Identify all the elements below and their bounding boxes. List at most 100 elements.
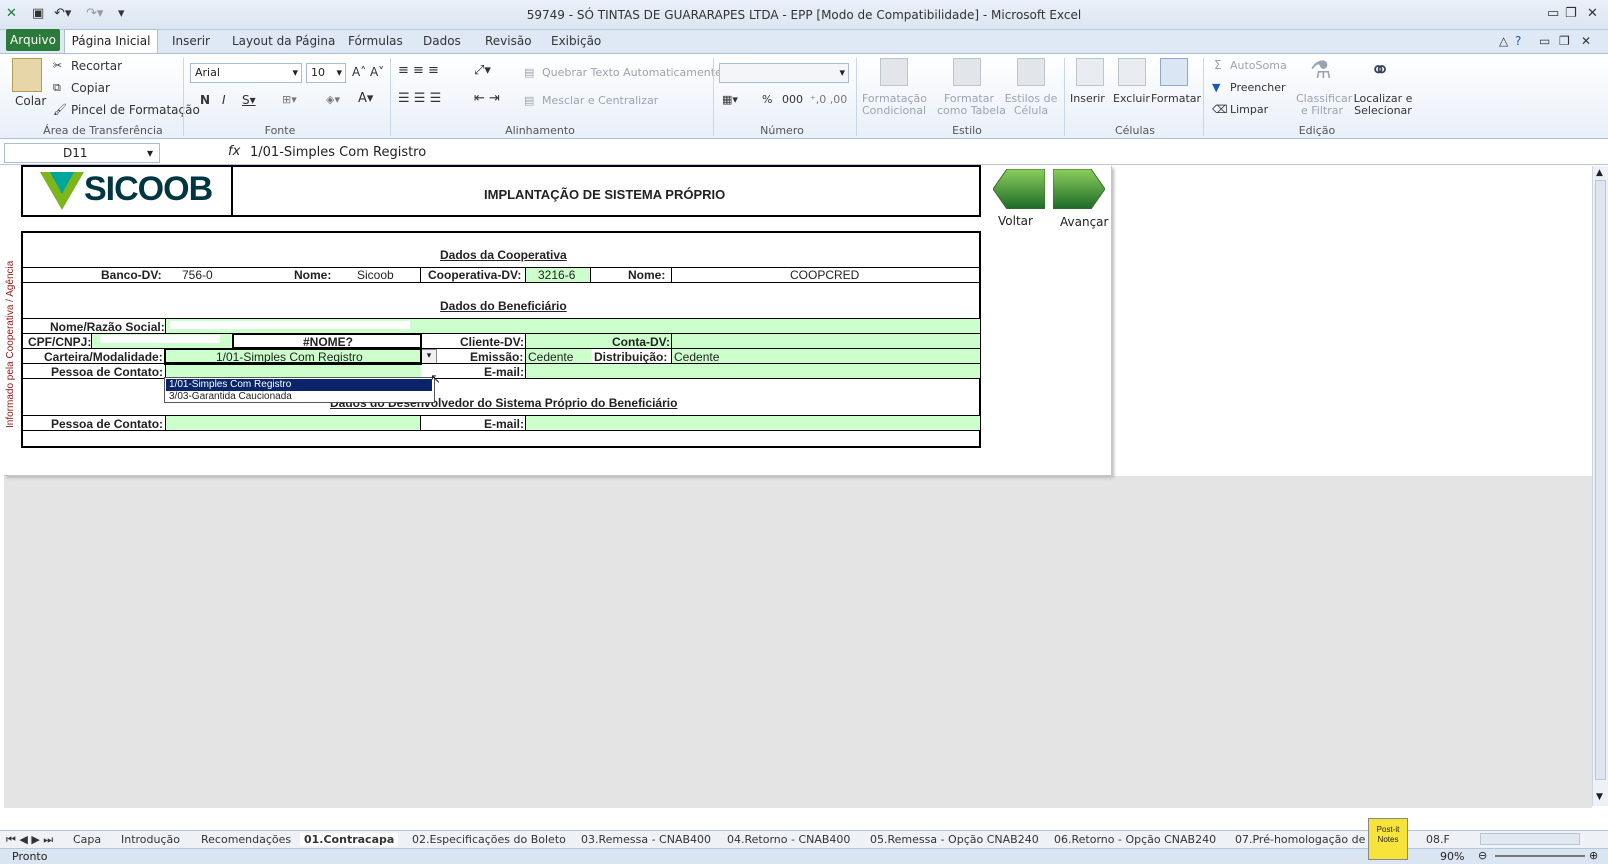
dropdown-arrow-icon[interactable]: ▾ xyxy=(421,349,437,364)
pessoa-field[interactable] xyxy=(165,364,421,378)
tab-layout[interactable]: Layout da Página xyxy=(232,34,335,48)
tab-revisao[interactable]: Revisão xyxy=(485,34,532,48)
align-top-icon[interactable]: ≡ ≡ ≡ xyxy=(398,63,439,78)
sheet-tab[interactable]: 05.Remessa - Opção CNAB240 xyxy=(870,833,1039,846)
pessoa2-field[interactable] xyxy=(165,416,421,430)
minimize-icon[interactable]: ▭ xyxy=(1547,6,1559,21)
tab-nav-icon[interactable]: ⏮ ◀ ▶ ⏭ xyxy=(6,833,53,847)
conditional-format-icon[interactable] xyxy=(880,58,908,86)
vertical-scrollbar[interactable]: ▲ ▼ xyxy=(1592,166,1608,806)
delete-cells-button[interactable]: Excluir xyxy=(1113,92,1150,105)
tab-inserir[interactable]: Inserir xyxy=(172,34,210,48)
delete-cells-icon[interactable] xyxy=(1118,58,1146,86)
cut-button[interactable]: Recortar xyxy=(71,59,122,73)
tab-exibicao[interactable]: Exibição xyxy=(551,34,601,48)
formula-input[interactable]: 1/01-Simples Com Registro xyxy=(250,145,426,160)
forward-label[interactable]: Avançar xyxy=(1060,215,1108,229)
brush-icon[interactable]: 🖌 xyxy=(53,103,67,116)
font-size-combo[interactable]: 10 ▾ xyxy=(306,63,346,83)
tab-formulas[interactable]: Fórmulas xyxy=(348,34,403,48)
wrap-icon[interactable]: ▤ xyxy=(524,66,534,79)
minimize-ribbon-icon[interactable]: △ xyxy=(1499,34,1508,48)
back-arrow-icon[interactable] xyxy=(993,169,1045,209)
help-icon[interactable]: ? xyxy=(1515,34,1521,48)
dropdown-option[interactable]: 3/03-Garantida Caucionada xyxy=(166,391,432,403)
zoom-out-icon[interactable]: ⊖ xyxy=(1478,849,1487,862)
format-painter-button[interactable]: Pincel de Formatação xyxy=(71,103,200,117)
font-name-combo[interactable]: Arial ▾ xyxy=(190,63,302,83)
email-field[interactable] xyxy=(525,364,980,378)
scroll-thumb[interactable] xyxy=(1595,180,1606,780)
nome-value[interactable]: Sicoob xyxy=(357,268,394,282)
copy-button[interactable]: Copiar xyxy=(71,81,110,95)
horizontal-scrollbar[interactable] xyxy=(1480,833,1580,845)
clear-button[interactable]: Limpar xyxy=(1230,103,1268,116)
sheet-tab[interactable]: 04.Retorno - CNAB400 xyxy=(727,833,850,846)
fill-color-icon[interactable]: ◈▾ xyxy=(326,93,340,106)
paste-button[interactable]: Colar xyxy=(15,94,46,108)
borders-icon[interactable]: ⊞▾ xyxy=(282,93,297,106)
worksheet[interactable]: SICOOB IMPLANTAÇÃO DE SISTEMA PRÓPRIO Vo… xyxy=(0,165,1608,808)
binoculars-icon[interactable]: ⚭ xyxy=(1370,56,1390,84)
sheet-tab-active[interactable]: 01.Contracapa xyxy=(300,833,399,846)
email2-field[interactable] xyxy=(525,416,980,430)
sheet-tab[interactable]: 06.Retorno - Opção CNAB240 xyxy=(1054,833,1216,846)
back-label[interactable]: Voltar xyxy=(998,214,1033,228)
zoom-level[interactable]: 90% xyxy=(1440,850,1464,863)
fill-icon[interactable]: ▼ xyxy=(1212,81,1220,94)
sheet-tab[interactable]: 03.Remessa - CNAB400 xyxy=(581,833,711,846)
indent-icon[interactable]: ⇤ ⇥ xyxy=(474,91,500,106)
italic-icon[interactable]: I xyxy=(222,93,226,107)
sheet-tab[interactable]: Recomendações xyxy=(201,833,291,846)
wrap-text-button[interactable]: Quebrar Texto Automaticamente xyxy=(542,66,722,79)
number-format-combo[interactable]: ▾ xyxy=(719,63,849,83)
sheet-tab[interactable]: 02.Especificações do Boleto xyxy=(412,833,566,846)
emissao-value[interactable]: Cedente xyxy=(528,350,573,364)
doc-minimize-icon[interactable]: ▭ xyxy=(1539,34,1550,48)
paste-icon[interactable] xyxy=(12,58,42,92)
scroll-up-icon[interactable]: ▲ xyxy=(1596,168,1603,178)
sheet-tab[interactable]: Introdução xyxy=(121,833,180,846)
copy-icon[interactable]: ⧉ xyxy=(53,81,61,95)
name-box[interactable]: D11 ▾ xyxy=(4,143,160,163)
carteira-dropdown-list[interactable]: 1/01-Simples Com Registro 3/03-Garantida… xyxy=(164,377,435,403)
insert-cells-button[interactable]: Inserir xyxy=(1070,92,1105,105)
distrib-value[interactable]: Cedente xyxy=(674,350,719,364)
align-left-icon[interactable]: ☰ ☰ ☰ xyxy=(398,91,441,106)
zoom-in-icon[interactable]: ⊕ xyxy=(1589,849,1598,862)
doc-close-icon[interactable]: ✕ xyxy=(1581,34,1591,48)
sigma-icon[interactable]: Σ xyxy=(1214,58,1222,72)
post-it-notes-icon[interactable]: Post-it Notes xyxy=(1368,818,1408,860)
autosum-button[interactable]: AutoSoma xyxy=(1230,59,1287,72)
orientation-icon[interactable]: ⤢▾ xyxy=(474,63,491,78)
banco-value[interactable]: 756-0 xyxy=(182,268,213,282)
grow-font-icon[interactable]: A˄ A˅ xyxy=(352,65,384,79)
fx-icon[interactable]: fx xyxy=(228,144,240,159)
decimal-icon[interactable]: ⁺,0 ,00 xyxy=(810,93,847,106)
tab-dados[interactable]: Dados xyxy=(423,34,461,48)
sort-filter-button-2[interactable]: e Filtrar xyxy=(1296,104,1348,117)
font-color-icon[interactable]: A▾ xyxy=(358,91,373,106)
tab-arquivo[interactable]: Arquivo xyxy=(6,29,60,51)
merge-center-button[interactable]: Mesclar e Centralizar xyxy=(542,94,658,107)
sort-filter-icon[interactable]: ⚗ xyxy=(1310,56,1332,84)
insert-cells-icon[interactable] xyxy=(1076,58,1104,86)
find-select-button-2[interactable]: Selecionar xyxy=(1352,104,1414,117)
close-icon[interactable]: ✕ xyxy=(1587,6,1598,21)
bold-icon[interactable]: N xyxy=(200,93,210,107)
doc-restore-icon[interactable]: ❐ xyxy=(1559,34,1570,48)
conta-field[interactable] xyxy=(671,334,980,348)
scissors-icon[interactable]: ✂ xyxy=(53,59,62,72)
currency-icon[interactable]: ▦▾ xyxy=(722,93,738,106)
tab-pagina-inicial[interactable]: Página Inicial xyxy=(64,29,158,54)
merge-icon[interactable]: ▤ xyxy=(524,94,534,107)
zoom-slider[interactable] xyxy=(1495,855,1585,857)
sheet-tab[interactable]: Capa xyxy=(73,833,101,846)
cell-styles-icon[interactable] xyxy=(1017,58,1045,86)
restore-icon[interactable]: ❐ xyxy=(1565,6,1577,21)
sheet-tab[interactable]: 07.Pré-homologação de Bol xyxy=(1235,833,1386,846)
cell-styles-button-2[interactable]: Célula xyxy=(1003,104,1059,117)
format-table-icon[interactable] xyxy=(953,58,981,86)
conditional-format-button-2[interactable]: Condicional xyxy=(862,104,926,117)
thousands-button[interactable]: 000 xyxy=(782,93,803,106)
